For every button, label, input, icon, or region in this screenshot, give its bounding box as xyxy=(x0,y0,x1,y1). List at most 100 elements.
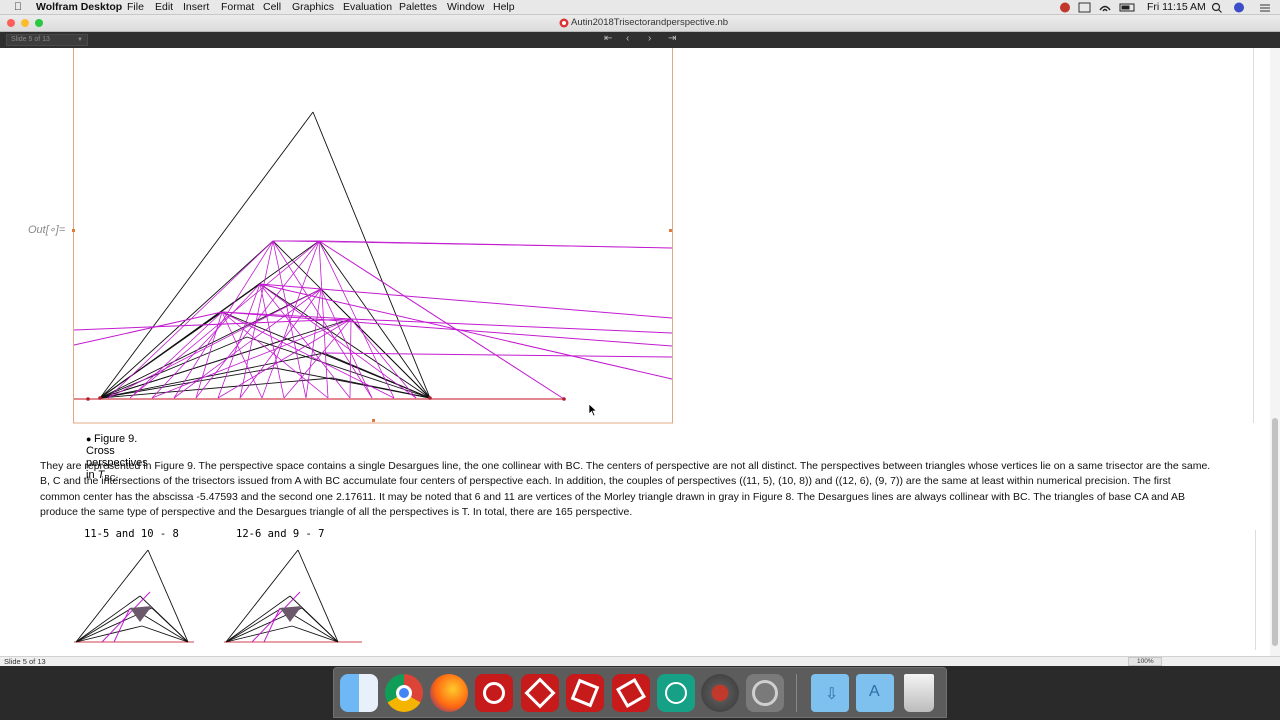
figure-line xyxy=(99,338,288,399)
utility-gear-icon[interactable] xyxy=(701,674,739,712)
small-perspective-right[interactable] xyxy=(200,546,370,648)
figure-line xyxy=(225,607,283,643)
notebook-content: Out[∘]= ● Figure 9. Cross perspectives i… xyxy=(0,48,1270,656)
first-slide-icon[interactable]: ⇤ xyxy=(604,33,612,44)
menu-bar:  Wolfram Desktop File Edit Insert Forma… xyxy=(0,0,1280,15)
zoom-selector[interactable]: 100% xyxy=(1128,657,1162,666)
window-title-bar: Autin2018Trisectorandperspective.nb xyxy=(0,15,1280,32)
finder-icon[interactable] xyxy=(340,674,378,712)
zoom-value: 100% xyxy=(1137,658,1154,665)
figure-line xyxy=(139,595,189,643)
menu-evaluation[interactable]: Evaluation xyxy=(343,1,392,13)
figure-point xyxy=(98,396,102,400)
figure-line xyxy=(99,352,325,399)
status-bar: Slide 5 of 13 100% xyxy=(0,656,1280,666)
minimize-window-button[interactable] xyxy=(21,19,29,27)
wolfram-icon[interactable] xyxy=(566,674,604,712)
slideshow-toolbar: Slide 5 of 13 ▼ ⇤ ‹ › ⇥ xyxy=(0,32,1280,48)
close-window-button[interactable] xyxy=(7,19,15,27)
previous-slide-icon[interactable]: ‹ xyxy=(626,33,629,44)
figure-line xyxy=(350,318,431,399)
figure-line xyxy=(246,336,431,399)
figure-line xyxy=(225,549,299,643)
triangle-figure xyxy=(73,111,673,401)
airplay-icon[interactable] xyxy=(1078,2,1091,13)
menu-palettes[interactable]: Palettes xyxy=(399,1,437,13)
figure-line xyxy=(289,595,339,643)
vertical-scrollbar[interactable] xyxy=(1270,48,1280,656)
bullet-icon: ● xyxy=(86,434,94,444)
cell-bracket[interactable] xyxy=(1253,48,1254,423)
apple-icon[interactable]:  xyxy=(14,1,22,13)
menu-window[interactable]: Window xyxy=(447,1,484,13)
trash-icon[interactable] xyxy=(904,674,934,712)
last-slide-icon[interactable]: ⇥ xyxy=(668,33,676,44)
figure-line xyxy=(75,549,149,643)
cell-bracket[interactable] xyxy=(1255,530,1256,650)
wolfram-icon[interactable] xyxy=(475,674,513,712)
search-icon[interactable] xyxy=(1211,2,1221,12)
chevron-down-icon: ▼ xyxy=(77,37,83,43)
menu-edit[interactable]: Edit xyxy=(155,1,173,13)
dock-divider xyxy=(796,674,797,712)
figure-line xyxy=(239,240,274,399)
window-title: Autin2018Trisectorandperspective.nb xyxy=(571,17,729,28)
figure-line xyxy=(349,318,352,399)
cross-perspectives-graphic[interactable] xyxy=(70,48,676,428)
wolfram-player-icon[interactable] xyxy=(657,674,695,712)
figure-line xyxy=(320,288,673,319)
record-icon[interactable] xyxy=(1060,2,1070,13)
menubar-right-icons xyxy=(1211,2,1270,13)
notebook-file-icon xyxy=(559,18,569,28)
label-right: 12-6 and 9 - 7 xyxy=(236,528,325,540)
app-menu[interactable]: Wolfram Desktop xyxy=(36,1,122,13)
figure-line xyxy=(312,111,431,399)
status-slide-label: Slide 5 of 13 xyxy=(4,657,46,666)
firefox-icon[interactable] xyxy=(430,674,468,712)
system-preferences-icon[interactable] xyxy=(746,674,784,712)
morley-triangle xyxy=(280,606,302,622)
figure-line xyxy=(259,283,673,380)
menu-insert[interactable]: Insert xyxy=(183,1,209,13)
wolfram-icon[interactable] xyxy=(612,674,650,712)
figure-line xyxy=(350,318,673,334)
small-perspective-left[interactable] xyxy=(70,546,200,648)
clock[interactable]: Fri 11:15 AM xyxy=(1147,1,1206,13)
scrollbar-thumb[interactable] xyxy=(1272,418,1278,646)
zoom-window-button[interactable] xyxy=(35,19,43,27)
menu-file[interactable]: File xyxy=(127,1,144,13)
menu-help[interactable]: Help xyxy=(493,1,515,13)
figure-line xyxy=(147,549,189,643)
chrome-icon[interactable] xyxy=(385,674,423,712)
next-slide-icon[interactable]: › xyxy=(648,33,651,44)
figure-line xyxy=(75,607,133,643)
label-left: 11-5 and 10 - 8 xyxy=(84,528,179,540)
dock-area: ⇩ A xyxy=(0,666,1280,720)
slide-selector[interactable]: Slide 5 of 13 ▼ xyxy=(6,34,88,46)
explanation-paragraph: They are represented in Figure 9. The pe… xyxy=(40,460,1211,518)
figure-line xyxy=(272,240,673,249)
menu-graphics[interactable]: Graphics xyxy=(292,1,334,13)
figure-line xyxy=(99,367,276,399)
figure-line xyxy=(318,240,565,400)
figure-line xyxy=(350,318,417,399)
downloads-folder-icon[interactable]: ⇩ xyxy=(811,674,849,712)
morley-triangle xyxy=(130,606,152,622)
figure-line xyxy=(217,318,352,399)
figure-line xyxy=(221,311,673,347)
output-label: Out[∘]= xyxy=(28,224,66,236)
figure-line xyxy=(99,111,314,399)
figure-line xyxy=(259,283,417,399)
dock: ⇩ A xyxy=(333,667,947,718)
siri-icon[interactable] xyxy=(1234,2,1244,13)
slide-selector-label: Slide 5 of 13 xyxy=(11,36,50,43)
figure-point xyxy=(86,397,90,401)
figure-point xyxy=(562,397,566,401)
figure-line xyxy=(151,318,352,399)
wolfram-icon[interactable] xyxy=(521,674,559,712)
menu-format[interactable]: Format xyxy=(221,1,254,13)
figure-line xyxy=(297,549,339,643)
applications-folder-icon[interactable]: A xyxy=(856,674,894,712)
figure-point xyxy=(428,396,432,400)
menu-cell[interactable]: Cell xyxy=(263,1,281,13)
